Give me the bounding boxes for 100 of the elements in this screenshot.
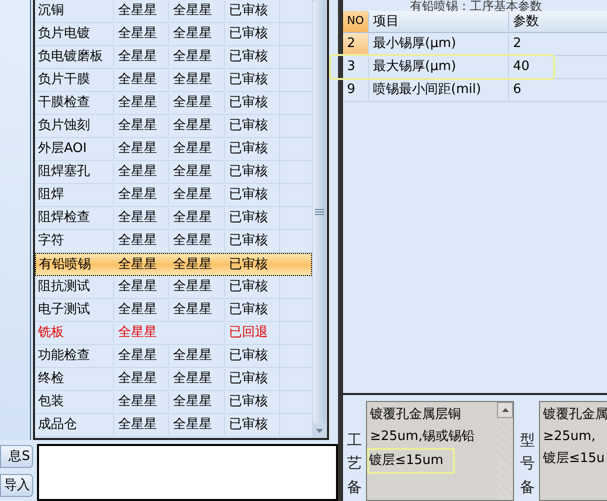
column-header[interactable]: 项目 xyxy=(368,12,508,32)
remark-box[interactable]: 镀覆孔金属层铜 ≥25um,锡或锡铅 镀层≤15um xyxy=(366,401,514,501)
grid-cell: 全星星 xyxy=(113,369,168,389)
remark-text: 镀层≤15u xyxy=(543,450,605,468)
grid-cell: 全星星 xyxy=(113,346,168,366)
side-button[interactable]: 息S xyxy=(0,445,33,468)
grid-cell: 已审核 xyxy=(224,277,279,297)
grid-cell: 已审核 xyxy=(224,47,279,67)
grid-cell: 全星星 xyxy=(113,185,168,205)
grid-cell: 全星星 xyxy=(173,187,212,202)
column-header[interactable]: 参数 xyxy=(508,12,578,32)
grid-cell: 已审核 xyxy=(224,139,279,159)
grid-cell: 已审核 xyxy=(224,70,279,90)
grid-cell: 全星星 xyxy=(113,231,168,251)
row-number: 3 xyxy=(346,58,356,76)
grid-cell: 全星星 xyxy=(173,256,212,272)
grid-cell-text: 功能检查 xyxy=(37,347,91,366)
grid-cell: 全星星 xyxy=(173,210,212,226)
grid-cell: 全星星 xyxy=(173,95,212,110)
grid-cell: 已审核 xyxy=(224,116,279,136)
table-cell: 2 xyxy=(508,34,578,54)
scrollbar[interactable] xyxy=(497,402,513,500)
grid-cell: 全星星 xyxy=(173,302,212,318)
grid-cell: 全星星 xyxy=(173,141,212,156)
grid-row[interactable]: 功能检查 全星星 全星星 已审核 xyxy=(35,345,312,368)
table-cell: 最大锡厚(μm) xyxy=(368,57,508,77)
grid-cell: 全星星 xyxy=(173,417,212,432)
grid-cell-text: 负片干膜 xyxy=(37,71,91,90)
grid-cell: 全星星 xyxy=(173,72,212,88)
remark-label: 型号备 xyxy=(520,430,536,498)
grip-icon xyxy=(315,209,324,215)
grid-cell: 已审核 xyxy=(224,24,279,44)
grid-cell: 全星星 xyxy=(113,323,168,343)
grid-row[interactable]: 铣板 全星星 已回退 xyxy=(35,322,312,345)
grid-row[interactable]: 阻焊检查 全星星 全星星 已审核 xyxy=(35,207,312,230)
remark-text: ≥25um, xyxy=(543,428,596,446)
table-cell: 喷锡最小间距(mil) xyxy=(368,80,508,100)
grid-row[interactable]: 终检 全星星 全星星 已审核 xyxy=(35,368,312,391)
grid-cell: 已审核 xyxy=(224,392,279,412)
grid-cell: 已审核 xyxy=(224,369,279,389)
grid-cell-text: 阻焊塞孔 xyxy=(37,163,91,182)
grid-cell: 全星星 xyxy=(173,26,212,42)
grid-cell-text: 阻抗测试 xyxy=(37,278,91,296)
grid-row[interactable]: 成品仓 全星星 全星星 已审核 xyxy=(35,414,312,437)
grid-cell: 已审核 xyxy=(224,300,279,320)
grid-cell: 全星星 xyxy=(173,49,212,64)
remark-text: 镀覆孔金属层铜 xyxy=(370,406,461,424)
grid-cell-text: 全星星 xyxy=(117,256,158,274)
grid-row[interactable]: 负片蚀刻 全星星 全星星 已审核 xyxy=(35,115,312,138)
grid-cell-text: 有铅喷锡 xyxy=(38,256,92,274)
remark-text: ≥25um,锡或锡铅 xyxy=(370,428,474,446)
grid-cell-text: 沉铜 xyxy=(37,2,65,20)
text-area[interactable] xyxy=(37,444,338,501)
grid-row[interactable]: 负片电镀 全星星 全星星 已审核 xyxy=(35,23,312,46)
grid-cell: 已审核 xyxy=(224,231,279,251)
table-cell: 40 xyxy=(508,57,578,77)
grid-cell-text: 干膜检查 xyxy=(37,94,91,112)
grid-cell-text: 负片电镀 xyxy=(37,25,91,44)
remark-text: 镀层≤15um xyxy=(367,448,456,474)
grid-cell-text: 阻焊检查 xyxy=(37,209,91,228)
grid-row[interactable]: 外层AOI 全星星 全星星 已审核 xyxy=(35,138,312,161)
grid-cell: 全星星 xyxy=(113,24,168,44)
grid-row[interactable]: 负电镀磨板 全星星 全星星 已审核 xyxy=(35,46,312,69)
grid-row[interactable]: 阻焊塞孔 全星星 全星星 已审核 xyxy=(35,161,312,184)
grid-cell: 全星星 xyxy=(113,139,168,159)
remark-box[interactable]: 镀覆孔金属 ≥25um, 镀层≤15u xyxy=(539,401,607,501)
grid-cell: 已审核 xyxy=(224,162,279,182)
grid-cell: 全星星 xyxy=(173,118,212,134)
grid-row[interactable]: 包装 全星星 全星星 已审核 xyxy=(35,391,312,414)
column-header[interactable]: NO xyxy=(343,11,368,32)
grid-row[interactable]: 有铅喷锡 全星星 全星星 已审核 xyxy=(35,253,312,276)
grid-cell: 全星星 xyxy=(173,233,212,248)
down-arrow-icon[interactable] xyxy=(316,429,323,433)
up-arrow-icon[interactable] xyxy=(502,408,508,412)
grid-cell: 全星星 xyxy=(173,394,212,410)
grid-cell: 全星星 xyxy=(113,93,168,113)
grid-cell: 全星星 xyxy=(173,279,212,294)
grid-cell: 全星星 xyxy=(113,47,168,67)
grid-cell: 全星星 xyxy=(113,300,168,320)
grid-cell: 已回退 xyxy=(224,323,279,343)
grid-row[interactable]: 干膜检查 全星星 全星星 已审核 xyxy=(35,92,312,115)
grid-cell: 已审核 xyxy=(224,208,279,228)
grid-cell: 已审核 xyxy=(224,346,279,366)
row-number: 2 xyxy=(343,33,368,55)
grid-cell: 全星星 xyxy=(173,3,212,18)
table-cell: 6 xyxy=(508,80,578,100)
grid-row[interactable]: 负片干膜 全星星 全星星 已审核 xyxy=(35,69,312,92)
grid-row[interactable]: 阻焊 全星星 全星星 已审核 xyxy=(35,184,312,207)
scrollbar[interactable] xyxy=(312,0,327,438)
grid-row[interactable]: 沉铜 全星星 全星星 已审核 xyxy=(35,0,312,23)
grid-cell: 已审核 xyxy=(224,415,279,435)
grid-cell-text: 已审核 xyxy=(228,256,269,274)
grid-cell-text: 字符 xyxy=(37,232,65,250)
side-button[interactable]: 导入 xyxy=(0,474,33,497)
grid-cell: 已审核 xyxy=(224,93,279,113)
grid-cell: 全星星 xyxy=(113,277,168,297)
grid-cell: 全星星 xyxy=(113,392,168,412)
remark-label: 工艺备 xyxy=(347,430,363,498)
grid-row[interactable]: 阻抗测试 全星星 全星星 已审核 xyxy=(35,276,312,299)
grid-row[interactable]: 电子测试 全星星 全星星 已审核 xyxy=(35,299,312,322)
